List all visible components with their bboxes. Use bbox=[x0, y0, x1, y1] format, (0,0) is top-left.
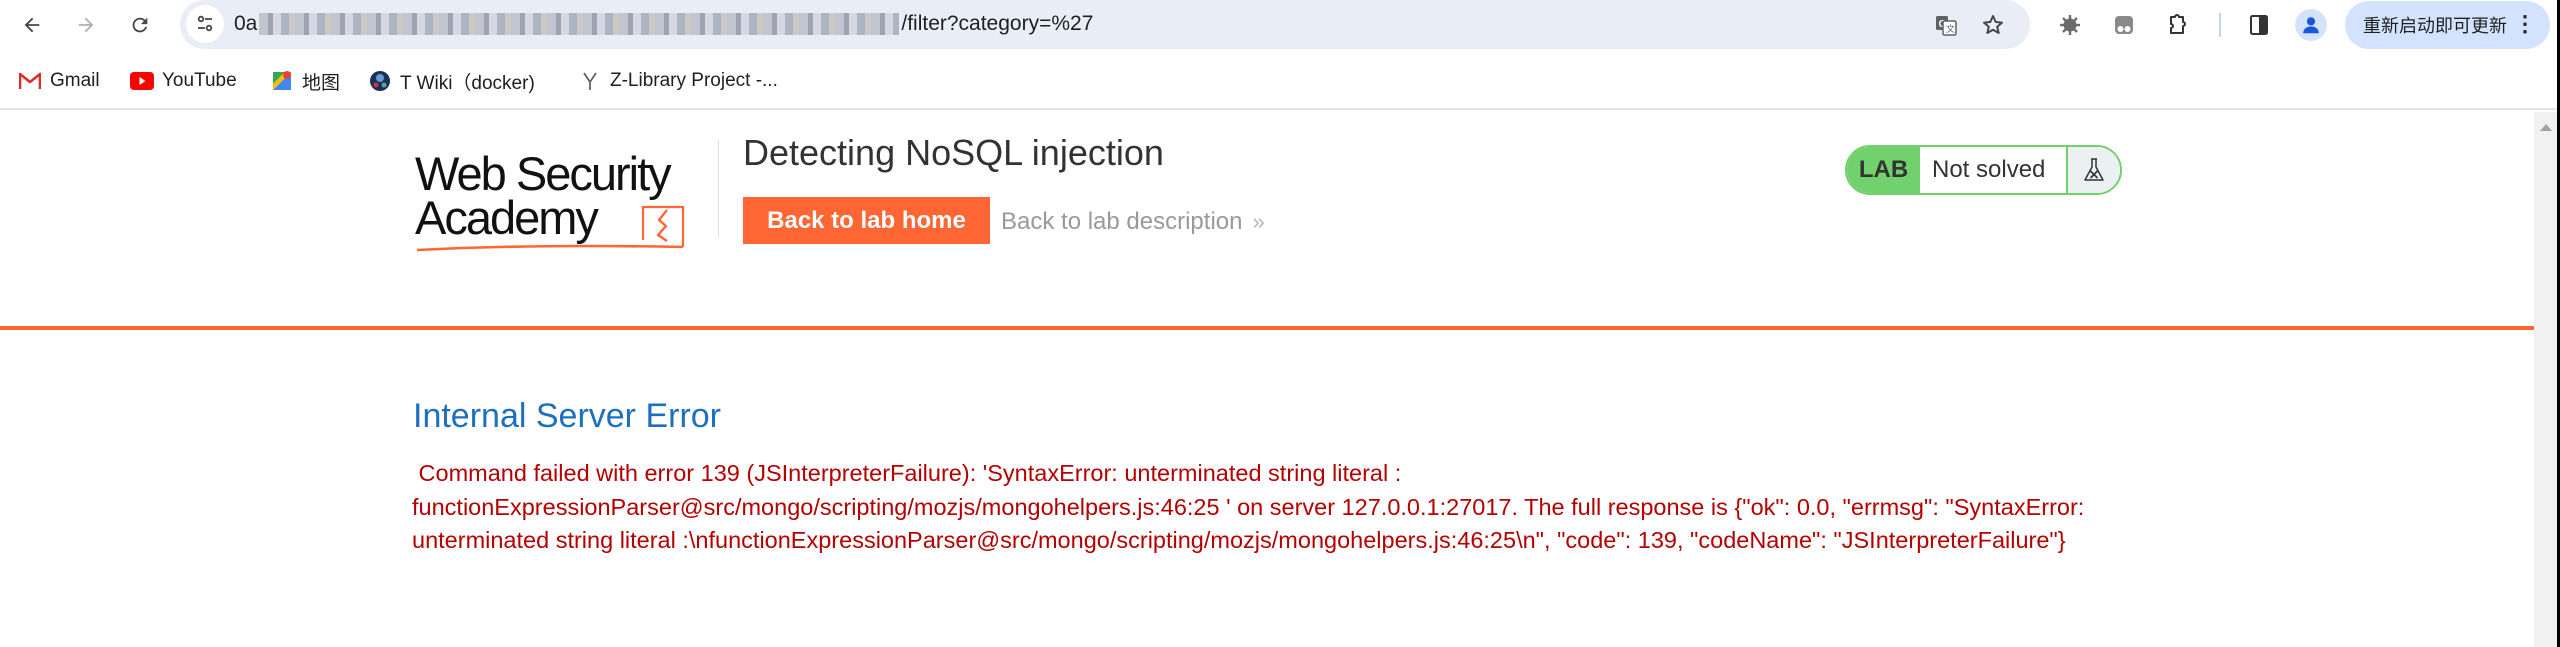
flask-button[interactable] bbox=[2066, 147, 2120, 193]
tune-icon bbox=[197, 15, 213, 32]
browser-toolbar: 0a/filter?category=%27 G 文 重新启动即可更新 ⋮ bbox=[0, 0, 2560, 50]
bookmark-zlibrary[interactable]: Z-Library Project -... bbox=[578, 67, 778, 95]
address-bar[interactable]: 0a/filter?category=%27 G 文 bbox=[180, 0, 2030, 49]
star-icon bbox=[1983, 15, 2003, 34]
bookmark-label: Z-Library Project -... bbox=[610, 70, 778, 91]
forward-button[interactable] bbox=[68, 7, 104, 43]
vertical-scrollbar[interactable] bbox=[2534, 112, 2557, 647]
reload-icon bbox=[132, 17, 148, 33]
arrow-right-icon bbox=[78, 17, 94, 33]
update-label: 重新启动即可更新 bbox=[2363, 16, 2507, 36]
web-security-academy-logo[interactable]: Web Security Academy bbox=[413, 138, 713, 253]
bookmark-youtube[interactable]: YouTube bbox=[130, 67, 237, 95]
back-to-lab-home-button[interactable]: Back to lab home bbox=[743, 197, 990, 244]
header-orange-divider bbox=[0, 326, 2534, 330]
gmail-icon bbox=[18, 69, 42, 93]
back-to-lab-description-label: Back to lab description bbox=[1001, 208, 1243, 235]
bookmark-label: YouTube bbox=[162, 70, 237, 91]
scroll-up-arrow-icon[interactable] bbox=[2540, 124, 2552, 131]
header-divider bbox=[718, 140, 719, 238]
kebab-menu-icon[interactable]: ⋮ bbox=[2514, 11, 2536, 37]
side-panel-button[interactable] bbox=[2243, 9, 2275, 41]
error-line: Command failed with error 139 (JSInterpr… bbox=[412, 460, 1402, 486]
lab-status-text: Not solved bbox=[1932, 156, 2046, 183]
bookmark-maps[interactable]: 地图 bbox=[270, 67, 340, 95]
svg-text:文: 文 bbox=[1946, 23, 1955, 35]
error-title: Internal Server Error bbox=[413, 397, 721, 435]
back-button[interactable] bbox=[14, 7, 50, 43]
globe-icon bbox=[368, 69, 392, 93]
error-line: unterminated string literal :\nfunctionE… bbox=[412, 527, 2066, 553]
bookmarks-bar: Gmail YouTube 地图 T Wiki（docker) Z-Librar… bbox=[0, 60, 2560, 110]
url-text[interactable]: 0a/filter?category=%27 bbox=[234, 12, 1093, 36]
update-browser-button[interactable]: 重新启动即可更新 ⋮ bbox=[2345, 1, 2550, 49]
bookmark-star-button[interactable] bbox=[1977, 9, 2009, 41]
error-message: Command failed with error 139 (JSInterpr… bbox=[412, 457, 2132, 558]
logo-lightning-box-icon bbox=[416, 205, 685, 252]
url-redacted bbox=[259, 13, 900, 36]
double-chevron-right-icon: » bbox=[1252, 209, 1265, 234]
profile-avatar-icon bbox=[2303, 17, 2319, 34]
lab-tag: LAB bbox=[1847, 147, 1920, 193]
extensions-button[interactable] bbox=[2162, 9, 2194, 41]
toolbar-separator bbox=[2219, 13, 2221, 37]
bookmark-label: T Wiki（docker) bbox=[400, 72, 535, 94]
profile-button[interactable] bbox=[2295, 9, 2327, 41]
translate-button[interactable]: G 文 bbox=[1930, 9, 1962, 41]
zlibrary-icon bbox=[578, 69, 602, 93]
translate-icon: G 文 bbox=[1936, 16, 1957, 36]
back-to-lab-description-link[interactable]: Back to lab description » bbox=[1001, 208, 1265, 236]
page-viewport: Web Security Academy Detecting NoSQL inj… bbox=[0, 112, 2534, 647]
lab-status-badge: LAB Not solved bbox=[1845, 145, 2122, 195]
bookmark-label: 地图 bbox=[302, 72, 341, 94]
site-info-button[interactable] bbox=[186, 5, 224, 43]
bookmark-gmail[interactable]: Gmail bbox=[18, 67, 100, 95]
youtube-icon bbox=[130, 69, 154, 93]
bug-extension-icon bbox=[2060, 15, 2080, 35]
lab-title: Detecting NoSQL injection bbox=[743, 132, 1164, 173]
url-prefix: 0a bbox=[234, 12, 258, 35]
bug-extension-button[interactable] bbox=[2054, 9, 2086, 41]
maps-icon bbox=[270, 69, 294, 93]
arrow-left-icon bbox=[24, 17, 40, 33]
tampermonkey-button[interactable] bbox=[2108, 9, 2140, 41]
url-path: /filter?category=%27 bbox=[901, 12, 1094, 35]
bookmark-twiki[interactable]: T Wiki（docker) bbox=[368, 67, 535, 95]
bookmark-label: Gmail bbox=[50, 70, 100, 91]
side-panel-icon bbox=[2250, 15, 2268, 35]
error-line: functionExpressionParser@src/mongo/scrip… bbox=[412, 493, 2085, 520]
flask-icon bbox=[2084, 158, 2104, 181]
reload-button[interactable] bbox=[122, 7, 158, 43]
tampermonkey-icon bbox=[2115, 16, 2133, 34]
puzzle-extensions-icon bbox=[2170, 14, 2186, 34]
